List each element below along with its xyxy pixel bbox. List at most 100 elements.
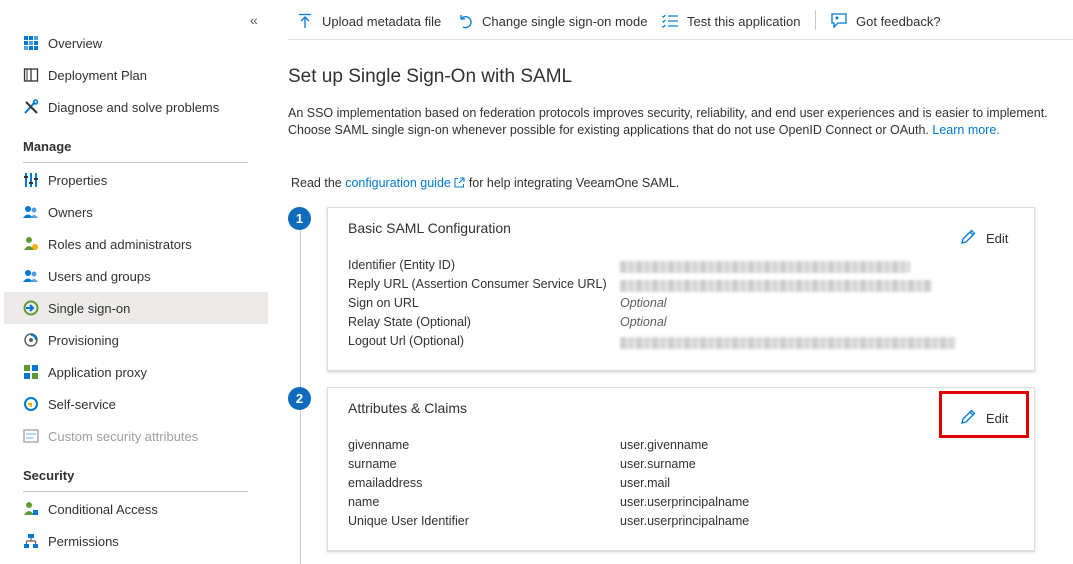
row-value: user.mail — [620, 476, 671, 490]
claim-row: surname user.surname — [348, 457, 1028, 476]
row-key: emailaddress — [348, 476, 423, 490]
sidebar-item-single-sign-on[interactable]: Single sign-on — [4, 292, 268, 324]
edit-highlight-box — [939, 391, 1029, 438]
sidebar-item-label: Permissions — [48, 533, 119, 549]
redacted-value — [620, 261, 910, 273]
undo-icon — [456, 12, 474, 30]
row-value: user.surname — [620, 457, 696, 471]
sso-icon — [22, 299, 40, 317]
wrench-icon — [22, 98, 40, 116]
config-row-logout-url: Logout Url (Optional) — [348, 334, 1028, 353]
sidebar-item-label: Self-service — [48, 396, 116, 412]
row-key: Reply URL (Assertion Consumer Service UR… — [348, 277, 607, 291]
row-value: Optional — [620, 296, 667, 310]
row-key: Unique User Identifier — [348, 514, 469, 528]
self-service-icon — [22, 395, 40, 413]
sidebar-item-label: Properties — [48, 172, 108, 188]
test-application-button[interactable]: Test this application — [661, 10, 800, 32]
row-value: user.givenname — [620, 438, 709, 452]
step-badge: 1 — [288, 207, 311, 230]
sidebar-item-application-proxy[interactable]: Application proxy — [4, 356, 268, 388]
redacted-value — [620, 337, 956, 349]
claim-row: emailaddress user.mail — [348, 476, 1028, 495]
sidebar-item-users-and-groups[interactable]: Users and groups — [4, 260, 268, 292]
claim-row: Unique User Identifier user.userprincipa… — [348, 514, 1028, 533]
toolbar-separator — [815, 10, 816, 30]
feedback-button[interactable]: Got feedback? — [830, 10, 941, 32]
grid-icon — [22, 34, 40, 52]
sidebar-item-label: Custom security attributes — [48, 428, 199, 444]
step-badge: 2 — [288, 387, 311, 410]
sidebar-item-conditional-access[interactable]: Conditional Access — [4, 493, 268, 525]
provisioning-icon — [22, 331, 40, 349]
read-suffix: for help integrating VeeamOne SAML. — [468, 176, 680, 190]
sidebar-item-overview[interactable]: Overview — [4, 27, 268, 59]
properties-icon — [22, 171, 40, 189]
sidebar-item-label: Roles and administrators — [48, 236, 192, 252]
collapse-sidebar-button[interactable]: « — [250, 12, 258, 28]
section-heading-manage: Manage — [23, 139, 72, 154]
sidebar-item-provisioning[interactable]: Provisioning — [4, 324, 268, 356]
sso-description: An SSO implementation based on federatio… — [288, 105, 1063, 139]
sidebar-item-label: Diagnose and solve problems — [48, 99, 220, 115]
learn-more-link[interactable]: Learn more. — [932, 123, 999, 137]
owners-icon — [22, 203, 40, 221]
book-icon — [22, 66, 40, 84]
change-sso-mode-label: Change single sign-on mode — [482, 13, 648, 29]
edit-basic-saml-button[interactable]: Edit — [956, 226, 1012, 250]
upload-metadata-button[interactable]: Upload metadata file — [296, 10, 441, 32]
sidebar-item-label: Users and groups — [48, 268, 151, 284]
card-title: Attributes & Claims — [348, 400, 468, 416]
row-value: Optional — [620, 315, 667, 329]
upload-icon — [296, 12, 314, 30]
sidebar: « Overview Deployment Plan Diagnose and … — [0, 0, 270, 564]
custom-attributes-icon — [22, 427, 40, 445]
sidebar-item-owners[interactable]: Owners — [4, 196, 268, 228]
sidebar-item-roles[interactable]: Roles and administrators — [4, 228, 268, 260]
row-key: givenname — [348, 438, 410, 452]
read-prefix: Read the — [291, 176, 342, 190]
sidebar-item-diagnose[interactable]: Diagnose and solve problems — [4, 91, 268, 123]
edit-label: Edit — [986, 230, 1009, 246]
change-sso-mode-button[interactable]: Change single sign-on mode — [456, 10, 648, 32]
configuration-guide-link[interactable]: configuration guide — [345, 176, 451, 190]
conditional-access-icon — [22, 500, 40, 518]
feedback-icon — [830, 12, 848, 30]
attributes-and-claims-card: Attributes & Claims Edit givenname user.… — [327, 387, 1035, 551]
claim-row: name user.userprincipalname — [348, 495, 1028, 514]
roles-icon — [22, 235, 40, 253]
basic-saml-configuration-card: Basic SAML Configuration Edit Identifier… — [327, 207, 1035, 371]
row-key: Sign on URL — [348, 296, 419, 310]
pencil-icon — [960, 229, 978, 247]
page-title: Set up Single Sign-On with SAML — [288, 66, 573, 87]
row-key: name — [348, 495, 380, 509]
users-icon — [22, 267, 40, 285]
external-link-icon — [454, 176, 468, 190]
config-row-sign-on-url: Sign on URL Optional — [348, 296, 1028, 315]
sidebar-item-properties[interactable]: Properties — [4, 164, 268, 196]
feedback-label: Got feedback? — [856, 13, 941, 29]
sidebar-item-label: Overview — [48, 35, 103, 51]
sidebar-item-self-service[interactable]: Self-service — [4, 388, 268, 420]
sidebar-item-label: Provisioning — [48, 332, 119, 348]
command-bar: Upload metadata file Change single sign-… — [288, 0, 1073, 40]
sidebar-item-label: Application proxy — [48, 364, 147, 380]
sidebar-item-label: Deployment Plan — [48, 67, 147, 83]
config-row-reply-url: Reply URL (Assertion Consumer Service UR… — [348, 277, 1028, 296]
app-proxy-icon — [22, 363, 40, 381]
permissions-icon — [22, 532, 40, 550]
row-value: user.userprincipalname — [620, 495, 750, 509]
row-key: Relay State (Optional) — [348, 315, 471, 329]
row-key: Identifier (Entity ID) — [348, 258, 455, 272]
sidebar-item-label: Conditional Access — [48, 501, 158, 517]
sidebar-item-permissions[interactable]: Permissions — [4, 525, 268, 557]
test-application-label: Test this application — [687, 13, 801, 29]
sidebar-item-deployment-plan[interactable]: Deployment Plan — [4, 59, 268, 91]
card-title: Basic SAML Configuration — [348, 220, 511, 236]
configuration-guide-note: Read the configuration guide for help in… — [291, 176, 679, 190]
redacted-value — [620, 280, 932, 292]
sidebar-item-label: Single sign-on — [48, 300, 131, 316]
sidebar-item-custom-security-attributes[interactable]: Custom security attributes — [4, 420, 268, 452]
row-key: Logout Url (Optional) — [348, 334, 465, 348]
claim-row: givenname user.givenname — [348, 438, 1028, 457]
